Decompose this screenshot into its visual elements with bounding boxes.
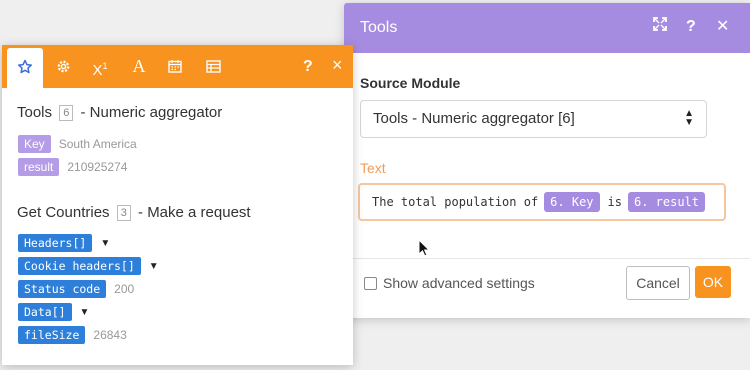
source-module-value: Tools - Numeric aggregator [6]: [373, 110, 575, 127]
module-separator: -: [138, 204, 144, 221]
divider: [344, 258, 750, 259]
module-number-badge: 6: [59, 105, 74, 121]
caret-down-icon[interactable]: ▼: [80, 307, 90, 318]
variable-value: 200: [114, 282, 135, 296]
module-name: Tools: [17, 104, 53, 121]
variable-pill-result[interactable]: 6. result: [627, 192, 706, 212]
module-type: Numeric aggregator: [89, 104, 223, 121]
tab-text[interactable]: A: [121, 45, 157, 88]
variable-tag-filesize[interactable]: fileSize: [18, 326, 86, 344]
variable-tag-status-code[interactable]: Status code: [18, 280, 107, 298]
list-item: Data[] ▼: [18, 303, 89, 321]
text-icon: A: [132, 56, 146, 76]
advanced-checkbox[interactable]: [364, 276, 377, 290]
expand-icon[interactable]: [653, 17, 667, 37]
list-item: Cookie headers[] ▼: [18, 257, 159, 275]
text-prefix: The total population of: [372, 195, 539, 209]
list-item: result 210925274: [18, 158, 127, 176]
calendar-icon: [168, 58, 182, 75]
updown-arrows-icon: ▲ ▼: [684, 108, 694, 128]
module-title: Get Countries 3 - Make a request: [17, 204, 251, 221]
cancel-button[interactable]: Cancel: [626, 266, 690, 300]
tab-date[interactable]: [157, 45, 193, 88]
advanced-settings-label: Show advanced settings: [383, 275, 535, 291]
module-separator: -: [80, 104, 86, 121]
variable-pill-key[interactable]: 6. Key: [544, 192, 600, 212]
source-module-select[interactable]: Tools - Numeric aggregator [6] ▲ ▼: [360, 100, 707, 138]
panel-help-icon[interactable]: ?: [303, 57, 313, 77]
dialog-title: Tools: [360, 19, 398, 36]
variable-tag-result[interactable]: result: [18, 158, 60, 176]
tab-array[interactable]: [195, 45, 231, 88]
text-label: Text: [360, 160, 386, 176]
panel-tab-bar: X1 A ? ×: [2, 45, 353, 88]
gear-icon: [56, 58, 71, 75]
mouse-cursor-icon: [418, 238, 431, 262]
variable-tag-data[interactable]: Data[]: [18, 303, 72, 321]
tab-favorites[interactable]: [7, 48, 43, 88]
module-number-badge: 3: [116, 205, 131, 221]
tab-general[interactable]: [45, 45, 81, 88]
source-module-label: Source Module: [360, 75, 461, 91]
ok-button[interactable]: OK: [695, 266, 731, 298]
module-type: Make a request: [147, 204, 251, 221]
module-title: Tools 6 - Numeric aggregator: [17, 104, 222, 121]
variable-value: 26843: [93, 328, 127, 342]
list-item: Key South America: [18, 135, 137, 153]
list-item: Headers[] ▼: [18, 234, 110, 252]
variable-tag-headers[interactable]: Headers[]: [18, 234, 93, 252]
mapping-panel: X1 A ? × Tools 6 - Numeric aggregator Ke…: [2, 45, 353, 365]
list-item: fileSize 26843: [18, 326, 127, 344]
text-middle: is: [607, 195, 622, 209]
advanced-settings-toggle[interactable]: Show advanced settings: [364, 275, 535, 291]
caret-down-icon[interactable]: ▼: [100, 238, 110, 249]
help-icon[interactable]: ?: [686, 17, 696, 37]
text-input[interactable]: The total population of 6. Key is 6. res…: [358, 183, 726, 221]
tools-dialog: Tools ? ✕ Source Module Tools - Numeric …: [344, 3, 750, 318]
variable-tag-cookie-headers[interactable]: Cookie headers[]: [18, 257, 141, 275]
tab-math[interactable]: X1: [82, 45, 118, 88]
variable-value: South America: [58, 137, 137, 151]
variable-value: 210925274: [67, 160, 128, 174]
star-icon: [17, 59, 33, 76]
dialog-header: Tools ? ✕: [344, 3, 750, 53]
close-icon[interactable]: ✕: [716, 17, 729, 37]
superscript-icon: X1: [92, 61, 108, 79]
list-item: Status code 200: [18, 280, 134, 298]
variable-tag-key[interactable]: Key: [18, 135, 51, 153]
caret-down-icon[interactable]: ▼: [149, 261, 159, 272]
table-icon: [205, 58, 221, 75]
module-name: Get Countries: [17, 204, 110, 221]
panel-close-icon[interactable]: ×: [332, 55, 343, 75]
